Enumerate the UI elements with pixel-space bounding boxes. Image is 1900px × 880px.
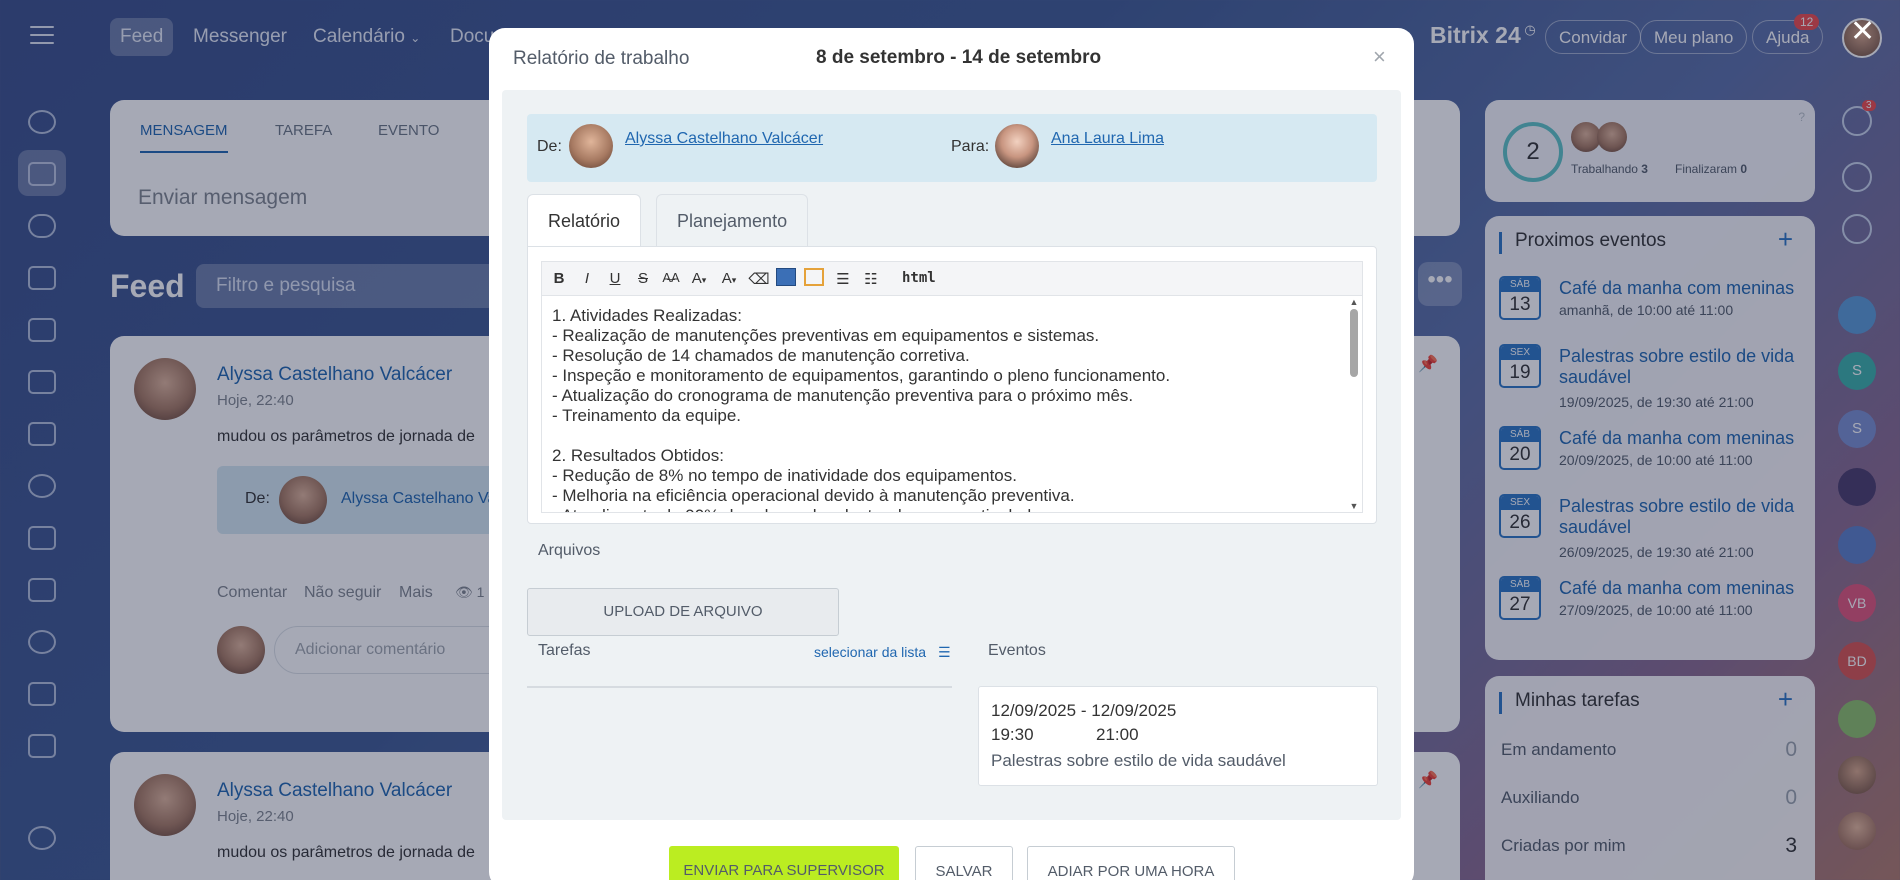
report-line — [552, 426, 1352, 446]
editor-toolbar: B I U S A̶A A▾ A▾ ⌫ ☰ ☷ html — [541, 261, 1363, 295]
report-line: - Resolução de 14 chamados de manutenção… — [552, 346, 970, 365]
event-start-time: 19:30 — [991, 725, 1034, 744]
from-label: De: — [537, 138, 562, 155]
postpone-button[interactable]: ADIAR POR UMA HORA — [1027, 846, 1235, 880]
report-period: 8 de setembro - 14 de setembro — [816, 47, 1102, 68]
clear-format-icon[interactable]: A̶A — [660, 270, 682, 285]
tasks-label: Tarefas — [538, 642, 591, 659]
select-from-list-link[interactable]: selecionar da lista ☰ — [814, 644, 951, 661]
event-title: Palestras sobre estilo de vida saudável — [991, 751, 1286, 770]
font-color-icon[interactable]: A▾ — [718, 270, 740, 287]
report-line: - Atendimento de 90% dos chamados dentro… — [552, 506, 1352, 512]
tab-report[interactable]: Relatório — [527, 194, 642, 250]
event-start-date: 12/09/2025 — [991, 701, 1077, 720]
report-line: - Inspeção e monitoramento de equipament… — [552, 366, 1171, 385]
work-report-dialog: Relatório de trabalho 8 de setembro - 14… — [489, 28, 1414, 880]
dialog-title: Relatório de trabalho — [513, 48, 690, 69]
font-size-icon[interactable]: A▾ — [688, 270, 710, 287]
editor-scrollbar[interactable]: ▲ ▼ — [1347, 297, 1361, 511]
report-line: 2. Resultados Obtidos: — [552, 446, 724, 465]
event-end-date: 12/09/2025 — [1091, 701, 1177, 720]
underline-icon[interactable]: U — [604, 270, 626, 287]
numbered-list-icon[interactable]: ☰ — [832, 270, 854, 288]
scroll-down-icon[interactable]: ▼ — [1347, 501, 1361, 511]
avatar — [995, 124, 1039, 168]
upload-file-button[interactable]: UPLOAD DE ARQUIVO — [527, 588, 839, 636]
italic-icon[interactable]: I — [576, 270, 598, 287]
eraser-icon[interactable]: ⌫ — [748, 270, 770, 288]
from-user-link[interactable]: Alyssa Castelhano Valcácer — [625, 130, 823, 148]
strikethrough-icon[interactable]: S — [632, 270, 654, 287]
insert-table-icon[interactable] — [804, 268, 824, 286]
tasks-divider — [527, 686, 952, 688]
events-label: Eventos — [988, 642, 1046, 659]
event-dates: 12/09/2025 - 12/09/2025 — [991, 701, 1176, 721]
scroll-thumb[interactable] — [1350, 309, 1358, 377]
list-icon: ☰ — [937, 644, 951, 660]
report-editor: B I U S A̶A A▾ A▾ ⌫ ☰ ☷ html 1. Atividad… — [527, 246, 1377, 524]
report-line: - Redução de 8% no tempo de inatividade … — [552, 466, 1017, 485]
to-user-link[interactable]: Ana Laura Lima — [1051, 130, 1164, 148]
html-mode-toggle[interactable]: html — [902, 270, 936, 286]
close-slider-icon[interactable]: ✕ — [1850, 14, 1875, 49]
bulleted-list-icon[interactable]: ☷ — [860, 270, 882, 288]
insert-image-icon[interactable] — [776, 268, 796, 286]
event-item[interactable]: 12/09/2025 - 12/09/2025 19:30 21:00 Pale… — [978, 686, 1378, 786]
report-line: 1. Atividades Realizadas: — [552, 306, 742, 325]
report-line: - Atualização do cronograma de manutençã… — [552, 386, 1134, 405]
to-label: Para: — [951, 138, 990, 155]
files-label: Arquivos — [538, 542, 601, 559]
report-textarea[interactable]: 1. Atividades Realizadas: - Realização de… — [541, 295, 1363, 513]
report-line: - Treinamento da equipe. — [552, 406, 742, 425]
event-separator: - — [1080, 701, 1087, 720]
event-end-time: 21:00 — [1096, 725, 1139, 744]
report-line: - Melhoria na eficiência operacional dev… — [552, 486, 1075, 505]
report-line: - Realização de manutenções preventivas … — [552, 326, 1100, 345]
from-to-bar: De: Alyssa Castelhano Valcácer Para: Ana… — [527, 114, 1377, 182]
tab-planning[interactable]: Planejamento — [656, 194, 809, 248]
close-icon[interactable]: × — [1373, 44, 1386, 70]
bold-icon[interactable]: B — [548, 270, 570, 287]
select-from-list-label: selecionar da lista — [814, 644, 927, 660]
avatar — [569, 124, 613, 168]
scroll-up-icon[interactable]: ▲ — [1347, 297, 1361, 307]
save-button[interactable]: SALVAR — [915, 846, 1013, 880]
send-to-supervisor-button[interactable]: ENVIAR PARA SUPERVISOR — [669, 846, 899, 880]
